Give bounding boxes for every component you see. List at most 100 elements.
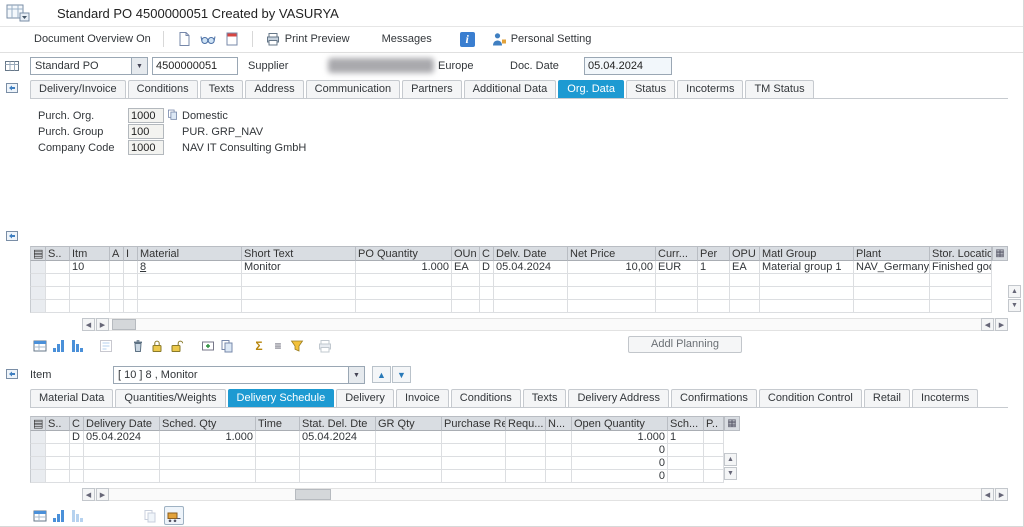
select-all-icon[interactable]: ▤ [30, 416, 46, 431]
matchcode-icon[interactable] [166, 108, 179, 124]
table-cell[interactable] [46, 431, 70, 444]
column-header[interactable]: A [110, 246, 124, 261]
header-grid-icon[interactable] [4, 58, 20, 74]
table-cell[interactable] [494, 287, 568, 300]
table-cell[interactable] [668, 470, 704, 483]
item-selector-combo[interactable]: [ 10 ] 8 , Monitor ▼ [113, 366, 365, 384]
company-code-field[interactable] [128, 140, 164, 155]
tab-quantities-weights[interactable]: Quantities/Weights [115, 389, 226, 407]
table-cell[interactable] [110, 274, 124, 287]
column-header[interactable]: Net Price [568, 246, 656, 261]
table-cell[interactable] [242, 300, 356, 313]
collapse-item-overview-button[interactable] [4, 228, 20, 244]
column-header[interactable]: OPU [730, 246, 760, 261]
table-cell[interactable]: 0 [572, 457, 668, 470]
tab-incoterms[interactable]: Incoterms [677, 80, 744, 98]
column-header[interactable]: Material [138, 246, 242, 261]
column-header[interactable]: I [124, 246, 138, 261]
sort-ascending-icon[interactable] [49, 506, 69, 525]
table-cell[interactable] [356, 300, 452, 313]
addl-planning-button[interactable]: Addl Planning [628, 336, 742, 353]
table-cell[interactable] [546, 431, 572, 444]
row-selector[interactable] [30, 274, 46, 287]
tab-additional-data[interactable]: Additional Data [463, 80, 557, 98]
scroll-right-button[interactable]: ▶ [96, 318, 109, 331]
table-cell[interactable]: 1.000 [572, 431, 668, 444]
table-cell[interactable] [70, 457, 84, 470]
table-cell[interactable] [138, 274, 242, 287]
table-cell[interactable] [506, 431, 546, 444]
table-cell[interactable] [70, 274, 110, 287]
table-cell[interactable] [70, 470, 84, 483]
order-type-combo[interactable]: Standard PO ▼ [30, 57, 148, 75]
hold-document-button[interactable] [220, 29, 244, 49]
tab-org-data[interactable]: Org. Data [558, 80, 624, 98]
purch-org-field[interactable] [128, 108, 164, 123]
filter-icon[interactable] [287, 336, 307, 355]
table-cell[interactable] [698, 274, 730, 287]
column-header[interactable]: Requ... [506, 416, 546, 431]
table-cell[interactable] [760, 287, 854, 300]
table-cell[interactable] [46, 444, 70, 457]
tab-delivery-address[interactable]: Delivery Address [568, 389, 670, 407]
insert-row-icon[interactable] [198, 336, 218, 355]
purch-group-field[interactable] [128, 124, 164, 139]
table-cell[interactable]: EA [730, 261, 760, 274]
table-cell[interactable] [160, 470, 256, 483]
table-cell[interactable] [46, 470, 70, 483]
tab-invoice[interactable]: Invoice [395, 389, 449, 407]
hscroll-track[interactable] [82, 488, 1008, 501]
table-cell[interactable] [730, 300, 760, 313]
scroll-up-button[interactable]: ▲ [724, 453, 737, 466]
tab-delivery[interactable]: Delivery [336, 389, 394, 407]
table-cell[interactable] [356, 287, 452, 300]
copy-row-icon[interactable] [140, 506, 160, 525]
column-header[interactable]: Curr... [656, 246, 698, 261]
table-cell[interactable] [124, 287, 138, 300]
unlock-icon[interactable] [166, 336, 186, 355]
column-header[interactable]: S.. [46, 246, 70, 261]
tab-address[interactable]: Address [245, 80, 304, 98]
print-icon[interactable] [315, 336, 335, 355]
table-cell[interactable] [70, 287, 110, 300]
scroll-right-button[interactable]: ▶ [995, 318, 1008, 331]
column-header[interactable]: C [480, 246, 494, 261]
column-header[interactable]: P.. [704, 416, 724, 431]
hscroll-thumb[interactable] [112, 319, 136, 330]
scroll-left-button[interactable]: ◀ [981, 488, 994, 501]
grid-settings-icon[interactable]: ▦ [724, 416, 740, 431]
row-selector[interactable] [30, 300, 46, 313]
transaction-icon[interactable] [6, 4, 30, 25]
table-cell[interactable] [124, 274, 138, 287]
select-all-icon[interactable]: ▤ [30, 246, 46, 261]
tab-incoterms[interactable]: Incoterms [912, 389, 979, 407]
scroll-right-button[interactable]: ▶ [995, 488, 1008, 501]
create-document-button[interactable] [172, 29, 196, 49]
table-cell[interactable] [506, 470, 546, 483]
table-cell[interactable] [452, 274, 480, 287]
display-document-button[interactable] [196, 29, 220, 49]
table-cell[interactable] [376, 457, 442, 470]
table-cell[interactable] [376, 470, 442, 483]
table-cell[interactable] [930, 287, 992, 300]
table-cell[interactable]: 0 [572, 470, 668, 483]
personal-setting-button[interactable]: Personal Setting [487, 29, 596, 49]
collapse-item-detail-button[interactable] [4, 366, 20, 382]
column-header[interactable]: OUn [452, 246, 480, 261]
column-header[interactable]: Itm [70, 246, 110, 261]
table-cell[interactable]: Material group 1 [760, 261, 854, 274]
trolley-icon[interactable] [164, 506, 184, 525]
table-cell[interactable]: NAV_Germany [854, 261, 930, 274]
table-cell[interactable]: 05.04.2024 [84, 431, 160, 444]
table-cell[interactable] [138, 287, 242, 300]
table-cell[interactable] [300, 457, 376, 470]
table-cell[interactable]: 0 [572, 444, 668, 457]
supplier-value-redacted[interactable] [328, 58, 434, 73]
table-cell[interactable]: 10,00 [568, 261, 656, 274]
table-cell[interactable] [452, 287, 480, 300]
table-cell[interactable] [84, 444, 160, 457]
table-cell[interactable] [356, 274, 452, 287]
scroll-left-button[interactable]: ◀ [82, 318, 95, 331]
table-cell[interactable] [494, 300, 568, 313]
table-cell[interactable] [138, 300, 242, 313]
